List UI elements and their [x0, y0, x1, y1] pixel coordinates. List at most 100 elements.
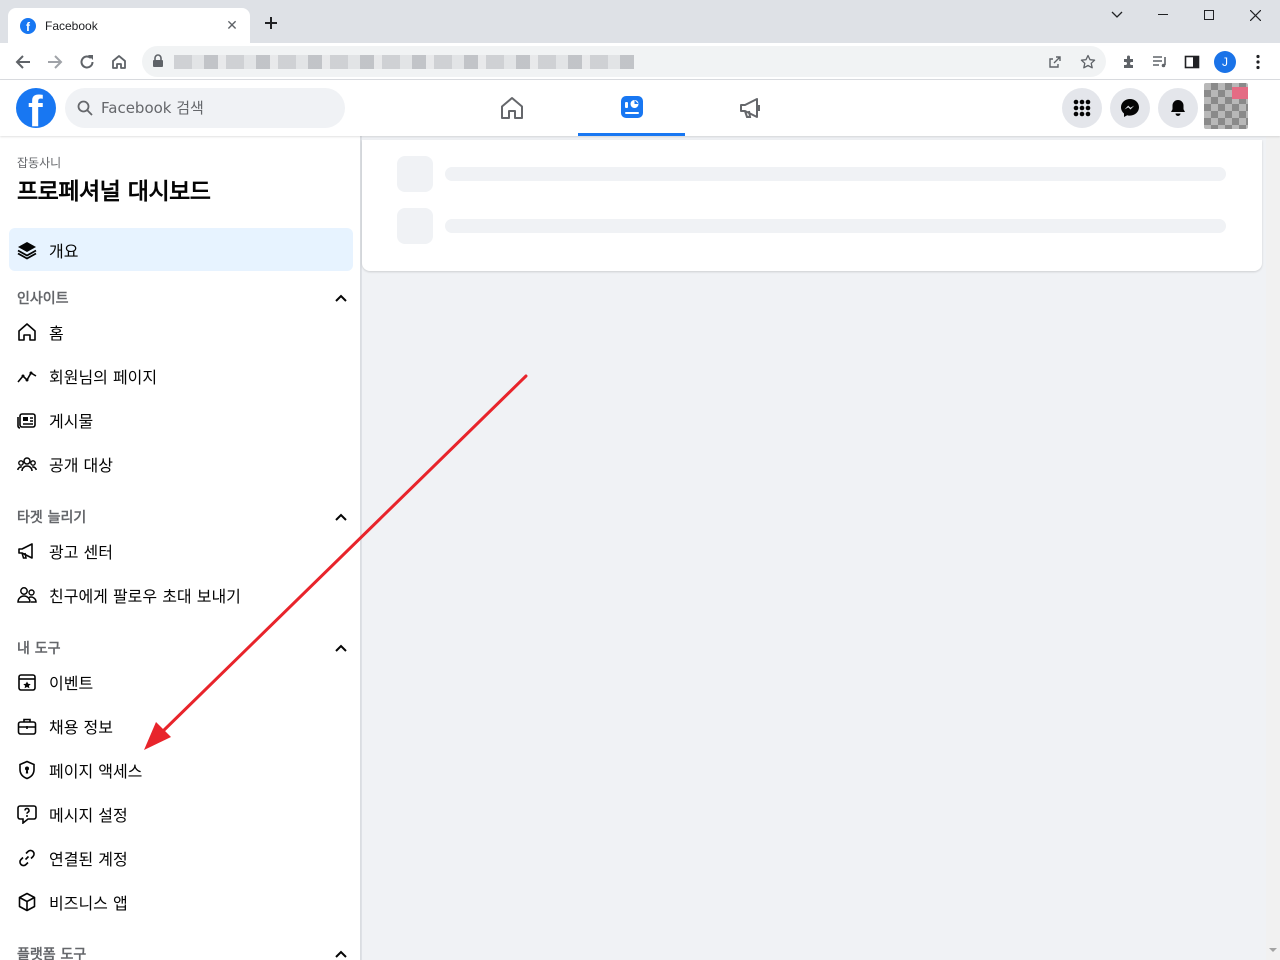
arrow-right-icon [48, 55, 63, 69]
loading-card [362, 140, 1262, 271]
home-icon [500, 97, 523, 119]
section-insights-header[interactable]: 인사이트 [17, 288, 347, 308]
sidebar-item-message-settings[interactable]: 메시지 설정 [9, 794, 353, 834]
nav-tab-ads[interactable] [697, 80, 804, 136]
tab-close-icon[interactable]: ✕ [224, 18, 240, 34]
facebook-logo[interactable]: f [16, 88, 56, 128]
messenger-button[interactable] [1110, 88, 1150, 128]
home-icon [17, 322, 37, 342]
chevron-up-icon [335, 950, 347, 958]
maximize-button[interactable] [1186, 0, 1232, 30]
browser-tab[interactable]: f Facebook ✕ [8, 8, 250, 43]
skeleton-thumbnail [397, 156, 433, 192]
sidebar-item-overview[interactable]: 개요 [9, 228, 353, 271]
reload-button[interactable] [73, 48, 101, 76]
megaphone-icon [17, 541, 37, 561]
notifications-button[interactable] [1158, 88, 1198, 128]
extensions-button[interactable] [1115, 48, 1143, 76]
page-name: 잡동사니 [17, 156, 62, 170]
close-window-button[interactable] [1232, 0, 1278, 30]
sidebar-item-posts[interactable]: 게시물 [9, 400, 353, 440]
address-bar[interactable] [142, 46, 1106, 77]
browser-toolbar: J [0, 43, 1280, 80]
sidebar-item-business-apps[interactable]: 비즈니스 앱 [9, 882, 353, 922]
sidebar-item-audience[interactable]: 공개 대상 [9, 444, 353, 484]
link-icon [17, 848, 37, 868]
tab-title: Facebook [45, 18, 98, 33]
sidebar-item-label: 연결된 계정 [49, 850, 128, 869]
sidebar-item-home[interactable]: 홈 [9, 312, 353, 352]
sidebar-item-your-page[interactable]: 회원님의 페이지 [9, 356, 353, 396]
nav-tab-home[interactable] [458, 80, 565, 136]
star-icon [1080, 54, 1096, 69]
account-avatar[interactable] [1204, 83, 1248, 129]
megaphone-icon [739, 98, 760, 118]
section-platform-tools-header[interactable]: 플랫폼 도구 [17, 944, 347, 960]
facebook-search[interactable] [65, 88, 345, 128]
sidebar-item-label: 메시지 설정 [49, 806, 128, 825]
grid-menu-icon [1073, 99, 1091, 117]
menu-button[interactable] [1062, 88, 1102, 128]
chevron-up-icon [335, 294, 347, 302]
sidebar-item-invite-friends[interactable]: 친구에게 팔로우 초대 보내기 [9, 575, 353, 615]
tab-search-button[interactable] [1094, 0, 1140, 30]
page-scrollbar[interactable] [1266, 136, 1280, 960]
profile-avatar[interactable]: J [1214, 51, 1236, 73]
page-title: 프로페셔널 대시보드 [17, 179, 211, 205]
media-control-button[interactable] [1146, 48, 1174, 76]
browser-tab-strip: f Facebook ✕ [0, 0, 1280, 43]
section-my-tools-header[interactable]: 내 도구 [17, 638, 347, 658]
sidebar-item-label: 개요 [49, 241, 79, 261]
chevron-up-icon [335, 644, 347, 652]
sidebar-item-label: 공개 대상 [49, 456, 113, 475]
section-label: 플랫폼 도구 [17, 947, 87, 960]
people-icon [17, 454, 37, 474]
sidebar-item-label: 페이지 액세스 [49, 762, 143, 781]
chevron-down-icon [1111, 11, 1123, 18]
chrome-menu-button[interactable] [1244, 48, 1272, 76]
minimize-button[interactable] [1140, 0, 1186, 30]
cube-icon [17, 892, 37, 912]
share-button[interactable] [1044, 51, 1066, 73]
nav-tab-dashboard[interactable] [578, 80, 685, 136]
minimize-icon [1158, 14, 1168, 15]
plus-icon [265, 17, 277, 29]
home-button[interactable] [105, 48, 133, 76]
skeleton-line [445, 167, 1226, 181]
sidebar-item-jobs[interactable]: 채용 정보 [9, 706, 353, 746]
sidebar-item-label: 친구에게 팔로우 초대 보내기 [49, 587, 241, 606]
scroll-down-arrow-icon [1269, 948, 1277, 952]
skeleton-thumbnail [397, 208, 433, 244]
section-grow-audience-header[interactable]: 타겟 늘리기 [17, 507, 347, 527]
side-panel-button[interactable] [1178, 48, 1206, 76]
share-icon [1049, 56, 1061, 68]
arrow-left-icon [15, 55, 30, 69]
search-input[interactable] [101, 99, 331, 117]
skeleton-line [445, 219, 1226, 233]
lock-icon [153, 54, 163, 67]
section-label: 내 도구 [17, 641, 61, 657]
home-outline-icon [112, 55, 126, 69]
search-icon [77, 100, 93, 116]
puzzle-icon [1124, 55, 1133, 68]
professional-dashboard-sidebar: 잡동사니 프로페셔널 대시보드 개요 인사이트 홈 회원님의 페이지 게시물 공… [0, 136, 361, 960]
sidebar-item-page-access[interactable]: 페이지 액세스 [9, 750, 353, 790]
facebook-favicon-icon: f [20, 17, 36, 34]
message-question-icon [17, 804, 37, 824]
sidebar-item-ad-center[interactable]: 광고 센터 [9, 531, 353, 571]
maximize-icon [1204, 10, 1214, 20]
sidebar-item-label: 회원님의 페이지 [49, 368, 158, 387]
sidebar-item-events[interactable]: 이벤트 [9, 662, 353, 702]
new-tab-button[interactable] [260, 12, 282, 34]
blurred-url [174, 55, 634, 69]
more-vertical-icon [1256, 54, 1260, 70]
close-icon [1249, 9, 1261, 21]
sidebar-item-label: 홈 [49, 324, 64, 343]
forward-button[interactable] [41, 48, 69, 76]
messenger-icon [1121, 99, 1139, 117]
bookmark-button[interactable] [1077, 51, 1099, 73]
sidebar-item-label: 이벤트 [49, 674, 94, 693]
sidebar-item-label: 게시물 [49, 412, 94, 431]
back-button[interactable] [9, 48, 37, 76]
sidebar-item-linked-accounts[interactable]: 연결된 계정 [9, 838, 353, 878]
